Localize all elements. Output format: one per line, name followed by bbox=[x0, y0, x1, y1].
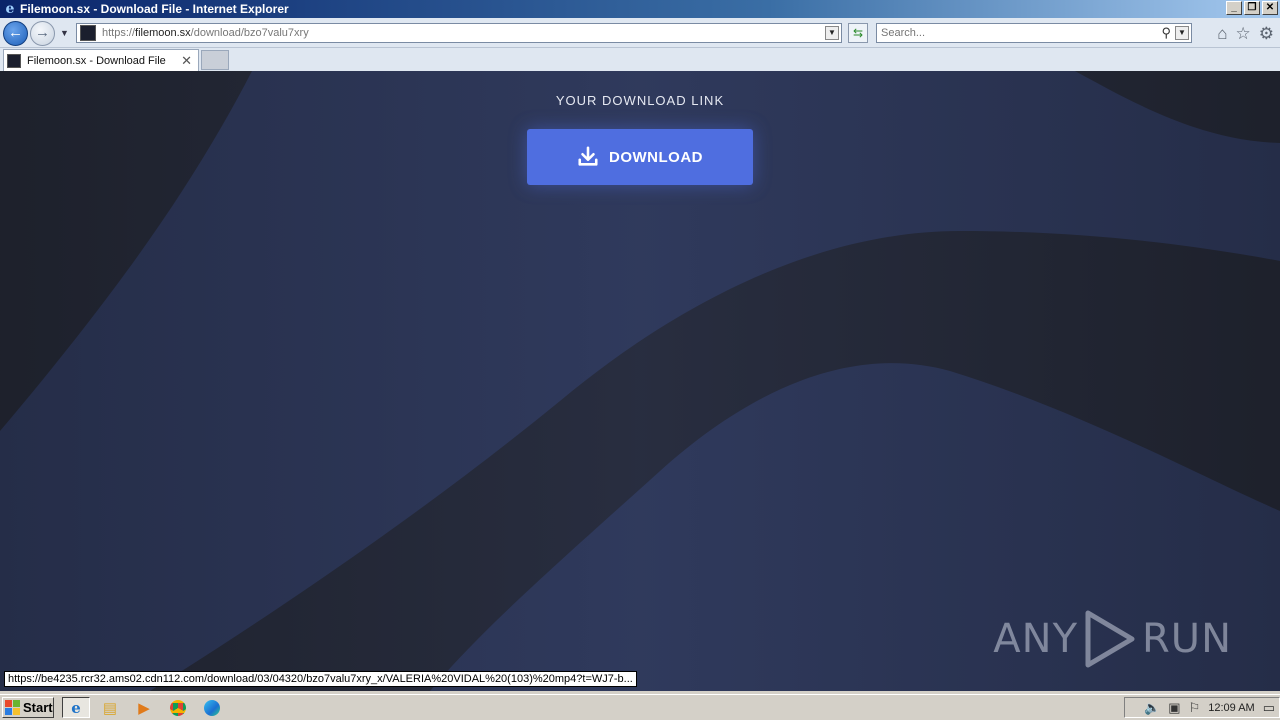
folder-icon: ▤ bbox=[102, 699, 118, 717]
url-path: /download/bzo7valu7xry bbox=[190, 27, 309, 39]
back-arrow-icon: ← bbox=[8, 24, 23, 41]
chrome-taskbar-button[interactable] bbox=[164, 697, 192, 718]
search-input[interactable] bbox=[877, 24, 1147, 42]
chrome-icon bbox=[170, 699, 186, 716]
address-url[interactable]: https://filemoon.sx/download/bzo7valu7xr… bbox=[102, 27, 309, 39]
ie-taskbar-button[interactable]: e bbox=[62, 697, 90, 718]
url-prefix: https:// bbox=[102, 27, 136, 39]
action-center-flag-icon[interactable]: ⚐ bbox=[1189, 700, 1201, 716]
tab-favicon-icon bbox=[7, 53, 21, 68]
maximize-button[interactable]: ❐ bbox=[1244, 1, 1260, 15]
back-button[interactable]: ← bbox=[3, 21, 28, 46]
start-label: Start bbox=[23, 700, 53, 715]
download-heading: YOUR DOWNLOAD LINK bbox=[555, 93, 725, 108]
window-title: Filemoon.sx - Download File - Internet E… bbox=[20, 2, 289, 16]
toolbar-icons: ⌂ ☆ ⚙ bbox=[1217, 24, 1274, 44]
home-icon[interactable]: ⌂ bbox=[1217, 24, 1227, 44]
windows-logo-icon bbox=[5, 699, 21, 716]
window-controls: _ ❐ ✕ bbox=[1226, 1, 1278, 15]
download-icon bbox=[578, 146, 598, 166]
search-icon[interactable]: ⚲ bbox=[1161, 25, 1171, 41]
start-button[interactable]: Start bbox=[2, 697, 54, 718]
search-dropdown-icon[interactable]: ▼ bbox=[1175, 26, 1189, 40]
media-player-taskbar-button[interactable]: ▶ bbox=[130, 697, 158, 718]
close-window-button[interactable]: ✕ bbox=[1262, 1, 1278, 15]
gear-icon[interactable]: ⚙ bbox=[1259, 24, 1274, 44]
tab-label: Filemoon.sx - Download File bbox=[27, 54, 166, 67]
tab-bar: Filemoon.sx - Download File ✕ bbox=[0, 48, 1280, 71]
watermark-left-text: ANY bbox=[993, 616, 1078, 662]
address-bar[interactable]: https://filemoon.sx/download/bzo7valu7xr… bbox=[76, 23, 842, 43]
edge-taskbar-button[interactable] bbox=[198, 697, 226, 718]
edge-icon bbox=[204, 699, 220, 716]
page-viewport: YOUR DOWNLOAD LINK DOWNLOAD ANY RUN http… bbox=[0, 71, 1280, 691]
tab-filemoon[interactable]: Filemoon.sx - Download File ✕ bbox=[3, 49, 199, 71]
system-tray: 🔈 ▣ ⚐ 12:09 AM ▭ bbox=[1124, 697, 1280, 718]
close-tab-icon[interactable]: ✕ bbox=[181, 53, 192, 69]
search-box[interactable]: ⚲ ▼ bbox=[876, 23, 1192, 43]
status-link-preview: https://be4235.rcr32.ams02.cdn112.com/do… bbox=[4, 671, 637, 687]
quick-launch: e ▤ ▶ bbox=[62, 697, 226, 718]
history-dropdown-icon[interactable]: ▼ bbox=[60, 28, 70, 38]
minimize-button[interactable]: _ bbox=[1226, 1, 1242, 15]
anyrun-watermark: ANY RUN bbox=[993, 609, 1232, 669]
ie-logo-icon: e bbox=[5, 1, 15, 17]
forward-button[interactable]: → bbox=[30, 21, 55, 46]
navigation-bar: ← → ▼ https://filemoon.sx/download/bzo7v… bbox=[0, 18, 1280, 48]
new-tab-button[interactable] bbox=[201, 50, 229, 70]
star-icon[interactable]: ☆ bbox=[1236, 24, 1251, 44]
taskbar: Start e ▤ ▶ 🔈 ▣ ⚐ 12:09 AM ▭ bbox=[0, 694, 1280, 720]
window-titlebar: e Filemoon.sx - Download File - Internet… bbox=[0, 0, 1280, 18]
site-favicon-icon bbox=[80, 25, 96, 41]
download-button-label: DOWNLOAD bbox=[609, 148, 703, 166]
forward-arrow-icon: → bbox=[35, 24, 50, 41]
network-icon[interactable]: ▣ bbox=[1168, 700, 1180, 716]
explorer-taskbar-button[interactable]: ▤ bbox=[96, 697, 124, 718]
refresh-icon: ⇆ bbox=[852, 26, 864, 40]
show-desktop-icon[interactable]: ▭ bbox=[1263, 700, 1275, 716]
clock[interactable]: 12:09 AM bbox=[1208, 702, 1254, 714]
download-button[interactable]: DOWNLOAD bbox=[527, 129, 753, 185]
compatibility-refresh-button[interactable]: ⇆ bbox=[848, 23, 868, 43]
ie-icon: e bbox=[71, 698, 81, 717]
address-dropdown-icon[interactable]: ▼ bbox=[825, 26, 839, 40]
play-logo-icon bbox=[1085, 610, 1135, 668]
speaker-icon[interactable]: 🔈 bbox=[1144, 700, 1160, 716]
url-host: filemoon.sx bbox=[135, 27, 191, 39]
media-player-icon: ▶ bbox=[138, 699, 150, 717]
watermark-right-text: RUN bbox=[1142, 616, 1232, 662]
